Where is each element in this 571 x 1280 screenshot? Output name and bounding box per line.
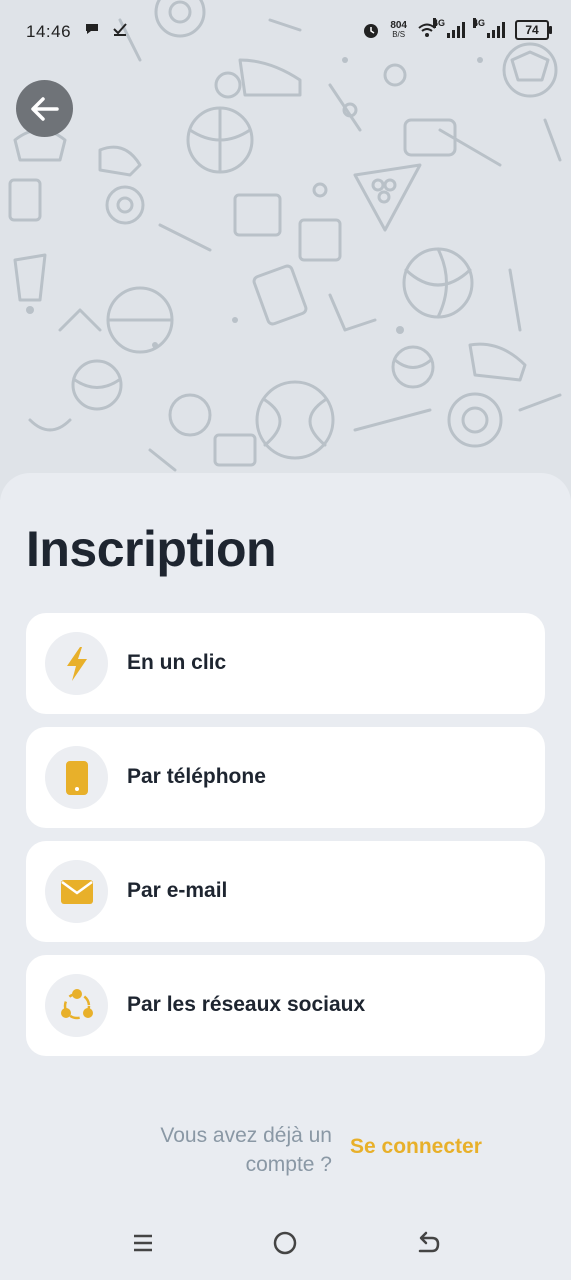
option-icon-circle	[45, 860, 108, 923]
battery-icon: 74	[515, 20, 552, 40]
status-bar: 14:46 804 B/S 4G 4G 74	[0, 0, 571, 64]
signal-sim1-icon: 4G	[433, 18, 465, 38]
option-label: Par e-mail	[127, 879, 228, 902]
option-phone[interactable]: Par téléphone	[26, 727, 545, 828]
status-indicators: 804 B/S 4G 4G 74	[362, 18, 552, 40]
menu-icon	[134, 1234, 152, 1252]
option-icon-circle	[45, 746, 108, 809]
sim1-label: 4G	[433, 18, 446, 28]
sim2-label: 4G	[473, 18, 486, 28]
option-label: En un clic	[127, 651, 227, 674]
option-icon-circle	[45, 974, 108, 1037]
sports-doodle-pattern	[8, 0, 562, 500]
login-prompt-line1: Vous avez déjà un	[160, 1124, 332, 1147]
system-navigation-bar	[0, 1210, 571, 1280]
alarm-icon	[364, 24, 379, 38]
status-time: 14:46	[26, 22, 72, 41]
recent-apps-button[interactable]	[128, 1228, 158, 1258]
network-speed: 804 B/S	[390, 21, 407, 40]
login-link[interactable]: Se connecter	[350, 1135, 482, 1159]
back-nav-button[interactable]	[414, 1228, 444, 1258]
option-label: Par les réseaux sociaux	[127, 993, 366, 1016]
network-speed-unit: B/S	[392, 30, 406, 39]
sports-pattern-header: 14:46 804 B/S 4G 4G 74	[0, 0, 571, 500]
phone-icon	[65, 760, 88, 795]
arrow-left-icon	[30, 96, 59, 121]
option-one-click[interactable]: En un clic	[26, 613, 545, 714]
home-button[interactable]	[270, 1228, 300, 1258]
option-social-networks[interactable]: Par les réseaux sociaux	[26, 955, 545, 1056]
return-icon	[418, 1231, 440, 1253]
battery-level: 74	[525, 23, 539, 37]
login-prompt-line2: compte ?	[245, 1153, 332, 1176]
back-button[interactable]	[16, 80, 73, 137]
option-label: Par téléphone	[127, 765, 266, 788]
lightning-icon	[66, 646, 87, 681]
option-icon-circle	[45, 632, 108, 695]
notification-icons	[84, 22, 128, 36]
option-email[interactable]: Par e-mail	[26, 841, 545, 942]
circle-home-icon	[273, 1231, 297, 1255]
signal-sim2-icon: 4G	[473, 18, 505, 38]
check-icon	[113, 23, 127, 36]
social-network-icon	[60, 988, 93, 1019]
login-prompt: Vous avez déjà un compte ?	[120, 1121, 332, 1179]
chat-icon	[86, 24, 98, 34]
page-title: Inscription	[26, 521, 277, 577]
envelope-icon	[60, 879, 93, 904]
